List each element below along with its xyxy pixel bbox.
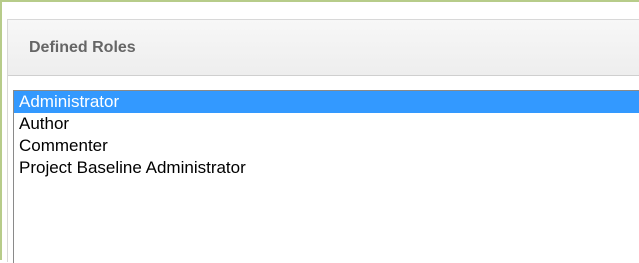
role-item-commenter[interactable]: Commenter — [14, 135, 639, 157]
outer-frame: Defined Roles Administrator Author Comme… — [0, 0, 639, 263]
role-item-administrator[interactable]: Administrator — [14, 91, 639, 113]
roles-listbox[interactable]: Administrator Author Commenter Project B… — [13, 90, 639, 263]
panel-title: Defined Roles — [29, 39, 136, 56]
panel-header: Defined Roles — [8, 20, 639, 76]
defined-roles-panel: Defined Roles Administrator Author Comme… — [7, 19, 639, 263]
roles-list: Administrator Author Commenter Project B… — [14, 91, 639, 179]
role-item-author[interactable]: Author — [14, 113, 639, 135]
role-item-project-baseline-administrator[interactable]: Project Baseline Administrator — [14, 157, 639, 179]
